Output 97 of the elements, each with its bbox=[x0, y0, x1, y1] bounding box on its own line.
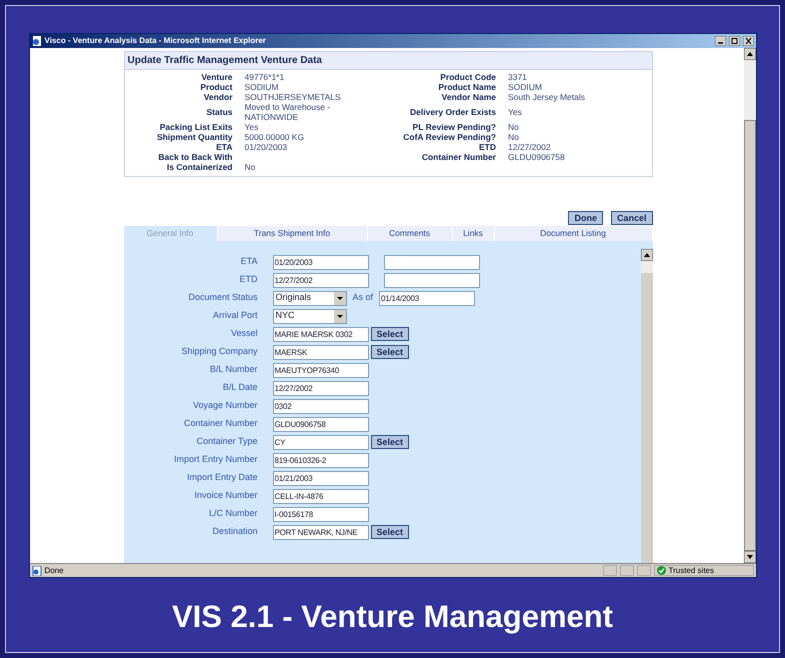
tab[interactable]: Document Listing bbox=[494, 226, 652, 241]
minimize-icon[interactable] bbox=[714, 36, 726, 46]
info-label: Container Number bbox=[420, 152, 497, 162]
input-field[interactable]: 01/20/2003 bbox=[272, 254, 368, 270]
input-field[interactable]: GLDU0906758 bbox=[272, 416, 368, 432]
input-field[interactable] bbox=[384, 254, 480, 270]
info-label: Shipment Quantity bbox=[156, 132, 234, 142]
info-value: 3371 bbox=[508, 72, 528, 82]
input-field[interactable]: MAERSK bbox=[272, 344, 368, 360]
field-label: ETA bbox=[240, 255, 258, 268]
check-icon bbox=[656, 566, 666, 575]
info-value: 49776*1*1 bbox=[244, 72, 286, 82]
action-button[interactable]: Cancel bbox=[610, 211, 652, 225]
status-pane bbox=[636, 565, 650, 576]
field-label: Import Entry Date bbox=[186, 471, 258, 484]
input-field[interactable]: 0302 bbox=[272, 398, 368, 414]
close-icon[interactable] bbox=[742, 36, 754, 46]
field-label: Arrival Port bbox=[212, 309, 258, 322]
input-field[interactable]: I-00156178 bbox=[272, 506, 368, 522]
info-value: 12/27/2002 bbox=[508, 142, 552, 152]
field-label: B/L Number bbox=[208, 363, 258, 376]
select-button[interactable]: Select bbox=[370, 435, 410, 449]
select-button[interactable]: Select bbox=[370, 345, 410, 359]
action-button[interactable]: Done bbox=[568, 211, 603, 225]
slide-title: VIS 2.1 - Venture Management bbox=[172, 598, 614, 636]
window-scrollbar[interactable] bbox=[744, 48, 756, 563]
field-label: B/L Date bbox=[222, 381, 258, 394]
info-label: Is Containerized bbox=[166, 162, 234, 172]
tab[interactable]: Trans Shipment Info bbox=[218, 226, 368, 241]
as-of-label: As of bbox=[352, 291, 374, 304]
status-text: Done bbox=[44, 564, 65, 576]
input-field[interactable]: 12/27/2002 bbox=[272, 380, 368, 396]
zone-text: Trusted sites bbox=[668, 564, 714, 576]
field-label: Destination bbox=[211, 525, 258, 538]
field-label: Invoice Number bbox=[193, 489, 258, 502]
info-label: Product Code bbox=[439, 72, 497, 82]
select-button[interactable]: Select bbox=[370, 525, 410, 539]
info-value: 01/20/2003 bbox=[244, 142, 288, 152]
info-label: Venture bbox=[200, 72, 234, 82]
info-label: Vendor bbox=[202, 92, 234, 102]
field-label: L/C Number bbox=[208, 507, 258, 520]
window-title: Visco - Venture Analysis Data - Microsoft Internet Explorer bbox=[44, 35, 267, 47]
input-field[interactable]: CELL-IN-4876 bbox=[272, 488, 368, 504]
scroll-up-icon[interactable] bbox=[744, 48, 756, 60]
input-field[interactable]: 819-0610326-2 bbox=[272, 452, 368, 468]
info-value: Yes bbox=[508, 107, 523, 117]
info-label: ETA bbox=[215, 142, 234, 152]
info-label: Delivery Order Exists bbox=[409, 107, 497, 117]
field-label: Import Entry Number bbox=[172, 453, 258, 466]
page-icon bbox=[32, 36, 42, 46]
input-field[interactable]: MARIE MAERSK 0302 bbox=[272, 326, 368, 342]
field-label: Document Status bbox=[187, 291, 258, 304]
select-button[interactable]: Select bbox=[370, 327, 410, 341]
info-value: Yes bbox=[244, 122, 260, 132]
info-value: South Jersey Metals bbox=[508, 92, 586, 102]
input-field[interactable]: CY bbox=[272, 434, 368, 450]
summary-title: Update Traffic Management Venture Data bbox=[124, 52, 652, 70]
tab[interactable]: Links bbox=[452, 226, 494, 241]
info-label: Product bbox=[199, 82, 234, 92]
input-field[interactable]: MAEUTYOP76340 bbox=[272, 362, 368, 378]
input-field[interactable]: 12/27/2002 bbox=[272, 272, 368, 288]
status-pane bbox=[602, 565, 616, 576]
field-label: ETD bbox=[238, 273, 258, 286]
info-label: PL Review Pending? bbox=[412, 122, 497, 132]
status-pane bbox=[620, 565, 634, 576]
dropdown[interactable]: Originals bbox=[272, 290, 346, 306]
info-value: No bbox=[508, 132, 520, 142]
input-field[interactable] bbox=[384, 272, 480, 288]
maximize-icon[interactable] bbox=[728, 36, 740, 46]
info-label: ETD bbox=[478, 142, 497, 152]
field-label: Vessel bbox=[230, 327, 258, 340]
info-value: SOUTHJERSEYMETALS bbox=[244, 92, 342, 102]
info-value: GLDU0906758 bbox=[508, 152, 566, 162]
info-label: Status bbox=[206, 107, 234, 117]
page-icon bbox=[32, 566, 42, 576]
field-label: Container Number bbox=[182, 417, 258, 430]
scroll-up-icon[interactable] bbox=[640, 249, 652, 261]
field-label: Container Type bbox=[196, 435, 258, 448]
info-value: SODIUM bbox=[244, 82, 280, 92]
field-label: Voyage Number bbox=[192, 399, 258, 412]
info-label: CofA Review Pending? bbox=[402, 132, 497, 142]
info-value: No bbox=[508, 122, 520, 132]
input-field[interactable]: 01/21/2003 bbox=[272, 470, 368, 486]
scroll-down-icon[interactable] bbox=[744, 551, 756, 563]
info-value: Moved to Warehouse - NATIONWIDE bbox=[244, 102, 332, 122]
input-field[interactable]: 01/14/2003 bbox=[379, 290, 476, 306]
info-value: 5000.00000 KG bbox=[244, 132, 306, 142]
info-value: No bbox=[244, 162, 256, 172]
info-label: Back to Back With bbox=[157, 152, 234, 162]
field-label: Shipping Company bbox=[180, 345, 258, 358]
input-field[interactable]: PORT NEWARK, NJ/NE bbox=[272, 524, 368, 540]
info-label: Vendor Name bbox=[440, 92, 497, 102]
info-label: Product Name bbox=[437, 82, 497, 92]
dropdown[interactable]: NYC bbox=[272, 308, 346, 324]
info-value: SODIUM bbox=[508, 82, 543, 92]
info-label: Packing List Exits bbox=[158, 122, 234, 132]
tab[interactable]: Comments bbox=[368, 226, 452, 241]
